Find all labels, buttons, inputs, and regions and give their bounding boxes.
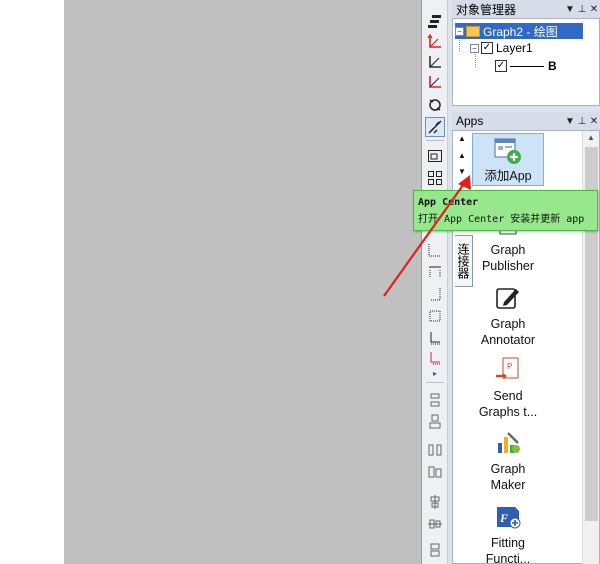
- stack-horizontal-icon[interactable]: [425, 462, 445, 482]
- collapse-icon[interactable]: −: [455, 26, 464, 36]
- app-center-tooltip: App Center 打开 App Center 安装并更新 app: [413, 190, 598, 231]
- vertical-toolbar: ▸: [422, 0, 448, 564]
- scroll-bottom-icon[interactable]: ▼: [458, 181, 466, 190]
- pane-dropdown-icon[interactable]: ▼: [564, 4, 576, 15]
- toolbar-overflow-icon[interactable]: ▸: [422, 369, 448, 378]
- send-ppt-icon: P: [496, 357, 519, 379]
- stacked-layers-icon[interactable]: [425, 12, 445, 32]
- distribute-vertical-icon[interactable]: [425, 390, 445, 410]
- align-left-icon[interactable]: [425, 240, 445, 260]
- add-app-button[interactable]: 添加App: [472, 133, 544, 186]
- swap-layers-icon[interactable]: [425, 540, 445, 560]
- align-center-vertical-icon[interactable]: [425, 492, 445, 512]
- svg-text:F: F: [499, 511, 508, 525]
- app-fitting-function[interactable]: F Fitting Functi...: [472, 503, 544, 564]
- merge-graph-icon[interactable]: [425, 146, 445, 166]
- fitting-function-icon: F: [497, 507, 521, 529]
- scroll-down-icon[interactable]: ▼: [458, 167, 466, 176]
- svg-text:P: P: [507, 362, 512, 371]
- apps-titlebar: Apps ▼ ⊥ ✕: [452, 112, 600, 130]
- distribute-horizontal-icon[interactable]: [425, 440, 445, 460]
- app-graph-maker[interactable]: Graph Maker: [472, 429, 544, 493]
- align-top-icon[interactable]: [425, 262, 445, 282]
- layer-management-icon[interactable]: [425, 117, 445, 137]
- app-fitting-function-label: Fitting Functi...: [485, 536, 531, 564]
- align-bottom-icon[interactable]: [425, 306, 445, 326]
- object-manager-title: 对象管理器: [456, 2, 517, 17]
- app-graph-annotator-label: Graph Annotator: [480, 317, 536, 347]
- folder-icon: [466, 25, 480, 37]
- app-send-graphs[interactable]: P Send Graphs t...: [472, 356, 544, 420]
- tooltip-title: App Center: [418, 197, 479, 208]
- add-app-icon: [494, 138, 521, 164]
- same-width-icon[interactable]: [425, 328, 445, 348]
- arrange-layers-icon[interactable]: [425, 168, 445, 188]
- add-axis-icon[interactable]: [425, 32, 445, 52]
- close-icon[interactable]: ✕: [588, 4, 600, 15]
- stack-vertical-icon[interactable]: [425, 412, 445, 432]
- layer-checkbox[interactable]: ✓: [481, 42, 493, 54]
- tree-item-plot-label: B: [548, 59, 557, 73]
- app-graph-publisher-label: Graph Publisher: [481, 243, 535, 273]
- left-margin: [0, 0, 64, 564]
- tree-item-layer[interactable]: − ✓ Layer1: [470, 40, 533, 56]
- plot-checkbox[interactable]: ✓: [495, 60, 507, 72]
- tree-item-graph-label: Graph2 - 绘图: [483, 24, 558, 39]
- linked-axis-icon[interactable]: [425, 72, 445, 92]
- object-manager-titlebar: 对象管理器 ▼ ⊥ ✕: [452, 0, 600, 18]
- tree-item-graph[interactable]: − Graph2 - 绘图: [455, 23, 583, 39]
- tooltip-body: 打开 App Center 安装并更新 app: [418, 214, 585, 225]
- app-graph-annotator[interactable]: Graph Annotator: [472, 284, 544, 348]
- rescale-icon[interactable]: [425, 95, 445, 115]
- pin-icon[interactable]: ⊥: [576, 116, 588, 127]
- connector-side-tab[interactable]: 连接器: [455, 235, 473, 287]
- pencil-icon: [496, 288, 519, 309]
- object-manager-tree: − Graph2 - 绘图 − ✓ Layer1 ✓ B: [452, 18, 600, 106]
- align-right-icon[interactable]: [425, 284, 445, 304]
- app-send-graphs-label: Send Graphs t...: [478, 389, 538, 419]
- pane-dropdown-icon[interactable]: ▼: [564, 116, 576, 127]
- graph-maker-icon: [498, 432, 520, 453]
- scroll-top-icon[interactable]: ▲: [458, 134, 466, 143]
- graph-canvas-area[interactable]: [64, 0, 421, 564]
- plot-line-icon: [510, 65, 544, 67]
- same-height-icon[interactable]: [425, 348, 445, 368]
- app-window: ▸ 对象管理器 ▼ ⊥ ✕ − Graph2 - 绘图 − ✓ Layer1 ✓…: [0, 0, 600, 564]
- pin-icon[interactable]: ⊥: [576, 4, 588, 15]
- close-icon[interactable]: ✕: [588, 116, 600, 127]
- scroll-up-icon[interactable]: ▲: [458, 151, 466, 160]
- collapse-icon[interactable]: −: [470, 43, 479, 53]
- align-center-horizontal-icon[interactable]: [425, 514, 445, 534]
- axis-layer-icon[interactable]: [425, 52, 445, 72]
- app-graph-maker-label: Graph Maker: [490, 462, 526, 492]
- tree-item-plot[interactable]: ✓ B: [495, 58, 557, 74]
- add-app-label: 添加App: [484, 169, 532, 183]
- tree-item-layer-label: Layer1: [496, 41, 533, 55]
- scrollbar-up-icon[interactable]: ▲: [587, 133, 595, 142]
- apps-title: Apps: [456, 114, 484, 128]
